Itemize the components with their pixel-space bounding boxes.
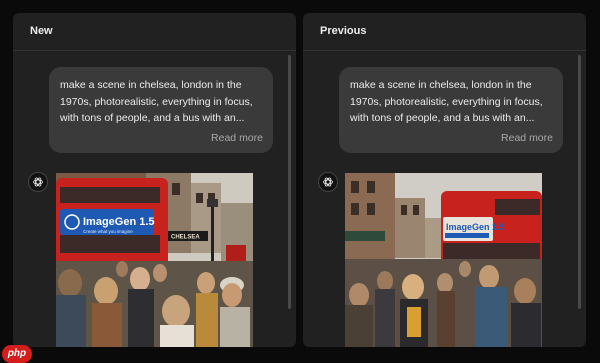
comparison-panel-new: New make a scene in chelsea, london in t… [13,13,296,347]
scrollbar[interactable] [288,55,291,309]
bus-banner-title: ImageGen 1.5 [83,216,155,228]
shop-sign-text: CHELSEA [171,235,200,241]
read-more-link[interactable]: Read more [211,132,263,144]
user-prompt-bubble: make a scene in chelsea, london in the 1… [49,67,273,153]
panel-title: New [13,13,296,51]
generated-image-previous[interactable]: ImageGen 1.5 [345,173,542,347]
panel-title: Previous [303,13,586,51]
openai-logo-icon [28,172,48,192]
bus-banner-title: ImageGen 1.5 [446,222,505,232]
generated-image-new[interactable]: ImageGen 1.5 Create what you imagine CHE… [56,173,253,347]
prompt-text: make a scene in chelsea, london in the 1… [60,79,253,124]
openai-logo-icon [318,172,338,192]
site-watermark: php [2,345,32,363]
scrollbar[interactable] [578,55,581,309]
prompt-text: make a scene in chelsea, london in the 1… [350,79,543,124]
user-prompt-bubble: make a scene in chelsea, london in the 1… [339,67,563,153]
read-more-link[interactable]: Read more [501,132,553,144]
comparison-panel-previous: Previous make a scene in chelsea, london… [303,13,586,347]
bus-banner-subtitle: Create what you imagine [83,229,133,234]
